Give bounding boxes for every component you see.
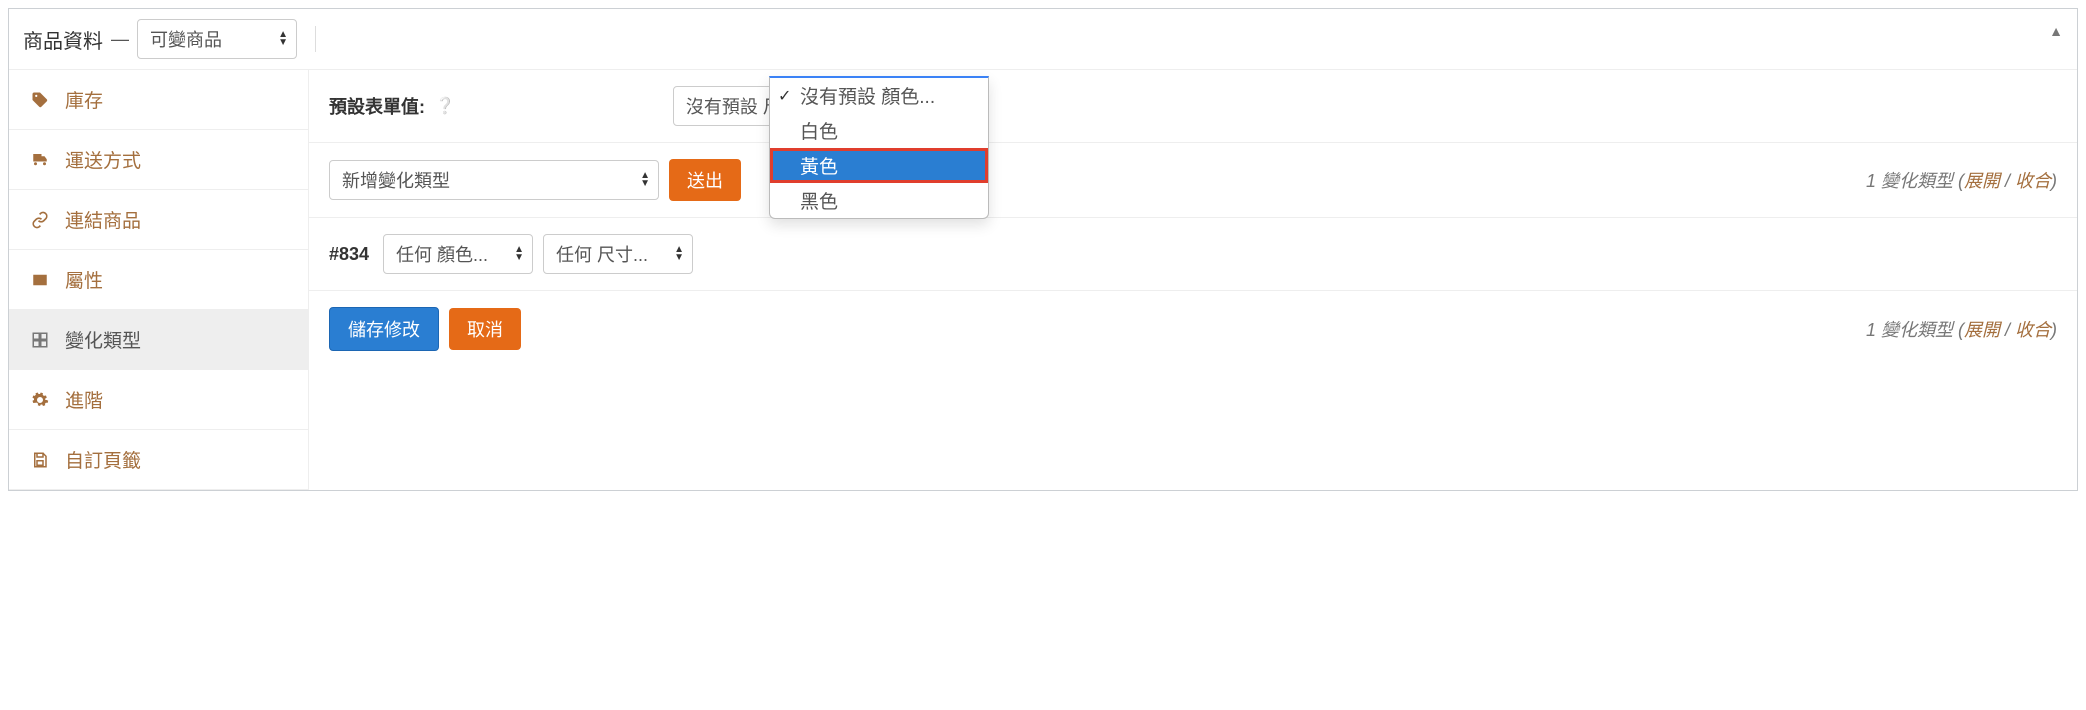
variation-count: 1 變化類型 [1866,320,1953,340]
variation-color-select[interactable]: 任何 顏色... ▲▼ [383,234,533,274]
select-arrows-icon: ▲▼ [674,246,684,262]
select-arrows-icon: ▲▼ [514,246,524,262]
variation-color-value: 任何 顏色... [396,245,488,265]
save-icon [31,451,51,469]
grid-icon [31,331,51,349]
dropdown-option-white[interactable]: 白色 [770,113,988,148]
sidebar-item-linked[interactable]: 連結商品 [9,190,308,250]
collapse-all-link[interactable]: 收合 [2015,320,2051,340]
sidebar-item-label: 運送方式 [65,146,141,173]
variation-row-834[interactable]: #834 任何 顏色... ▲▼ 任何 尺寸... ▲▼ [309,218,2077,291]
sidebar-item-label: 自訂頁籤 [65,446,141,473]
dropdown-option-black[interactable]: 黑色 [770,183,988,218]
panel-title: 商品資料 [23,25,103,54]
sidebar-item-custom-tab[interactable]: 自訂頁籤 [9,430,308,490]
sidebar-item-attributes[interactable]: 屬性 [9,250,308,310]
submit-button[interactable]: 送出 [669,159,741,201]
default-values-row: 預設表單值: ❔ 沒有預設 尺寸... ▲▼ [309,70,2077,143]
default-values-label: 預設表單值: [329,93,425,119]
sidebar-item-variations[interactable]: 變化類型 [9,310,308,370]
cancel-button[interactable]: 取消 [449,308,521,350]
select-arrows-icon: ▲▼ [278,31,288,47]
id-icon [31,271,51,289]
tag-icon [31,91,51,109]
sidebar-item-shipping[interactable]: 運送方式 [9,130,308,190]
variation-count: 1 變化類型 [1866,171,1953,191]
sidebar-item-label: 進階 [65,386,103,413]
variation-summary-bottom: 1 變化類型 (展開 / 收合) [1866,316,2057,342]
content-area: 預設表單值: ❔ 沒有預設 尺寸... ▲▼ 沒有預設 顏色... 白色 黃色 … [309,70,2077,490]
gear-icon [31,391,51,409]
select-arrows-icon: ▲▼ [640,172,650,188]
help-icon[interactable]: ❔ [435,96,455,116]
variation-size-select[interactable]: 任何 尺寸... ▲▼ [543,234,693,274]
collapse-all-link[interactable]: 收合 [2015,171,2051,191]
panel-header: 商品資料 — 可變商品 ▲▼ [9,9,2077,70]
product-data-panel: ▲ 商品資料 — 可變商品 ▲▼ 庫存 運送方式 連結商品 屬性 [8,8,2078,491]
save-button[interactable]: 儲存修改 [329,307,439,351]
dropdown-option-yellow[interactable]: 黃色 [770,148,988,183]
dropdown-option-none[interactable]: 沒有預設 顏色... [770,78,988,113]
truck-icon [31,151,51,169]
panel-body: 庫存 運送方式 連結商品 屬性 變化類型 進階 [9,70,2077,490]
collapse-toggle[interactable]: ▲ [2049,23,2063,39]
variation-size-value: 任何 尺寸... [556,245,648,265]
sidebar-item-label: 連結商品 [65,206,141,233]
sidebar-item-label: 庫存 [65,86,103,113]
vertical-divider [315,26,316,52]
sidebar-item-inventory[interactable]: 庫存 [9,70,308,130]
product-type-select[interactable]: 可變商品 ▲▼ [137,19,297,59]
link-icon [31,211,51,229]
variation-id: #834 [329,244,369,265]
dash-separator: — [111,29,129,50]
variation-summary: 1 變化類型 (展開 / 收合) [1866,167,2057,193]
sidebar: 庫存 運送方式 連結商品 屬性 變化類型 進階 [9,70,309,490]
product-type-value: 可變商品 [150,30,222,50]
default-color-dropdown[interactable]: 沒有預設 顏色... 白色 黃色 黑色 [769,76,989,219]
sidebar-item-label: 變化類型 [65,326,141,353]
add-variation-select[interactable]: 新增變化類型 ▲▼ [329,160,659,200]
sidebar-item-advanced[interactable]: 進階 [9,370,308,430]
add-variation-row: 新增變化類型 ▲▼ 送出 1 變化類型 (展開 / 收合) [309,143,2077,218]
expand-all-link[interactable]: 展開 [1964,320,2000,340]
expand-all-link[interactable]: 展開 [1964,171,2000,191]
actions-row: 儲存修改 取消 1 變化類型 (展開 / 收合) [309,291,2077,367]
add-variation-value: 新增變化類型 [342,171,450,191]
sidebar-item-label: 屬性 [65,266,103,293]
